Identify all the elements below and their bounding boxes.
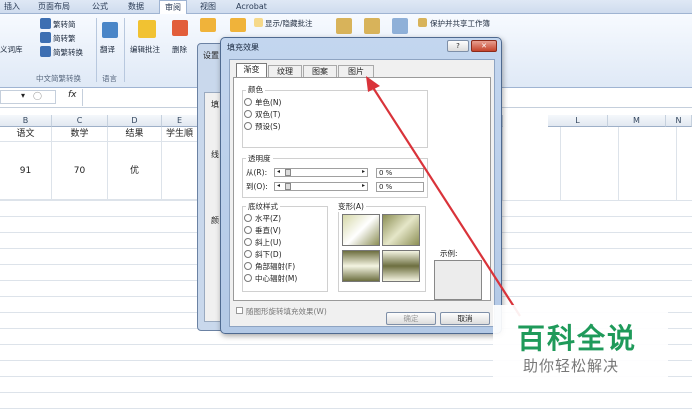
watermark-title: 百科全说 [517,322,638,355]
arrow-line [371,85,521,317]
arrow-head-icon [366,76,380,92]
watermark-subtitle: 助你轻松解决 [523,357,620,375]
watermark: 百科全说 助你轻松解决 [493,305,668,385]
